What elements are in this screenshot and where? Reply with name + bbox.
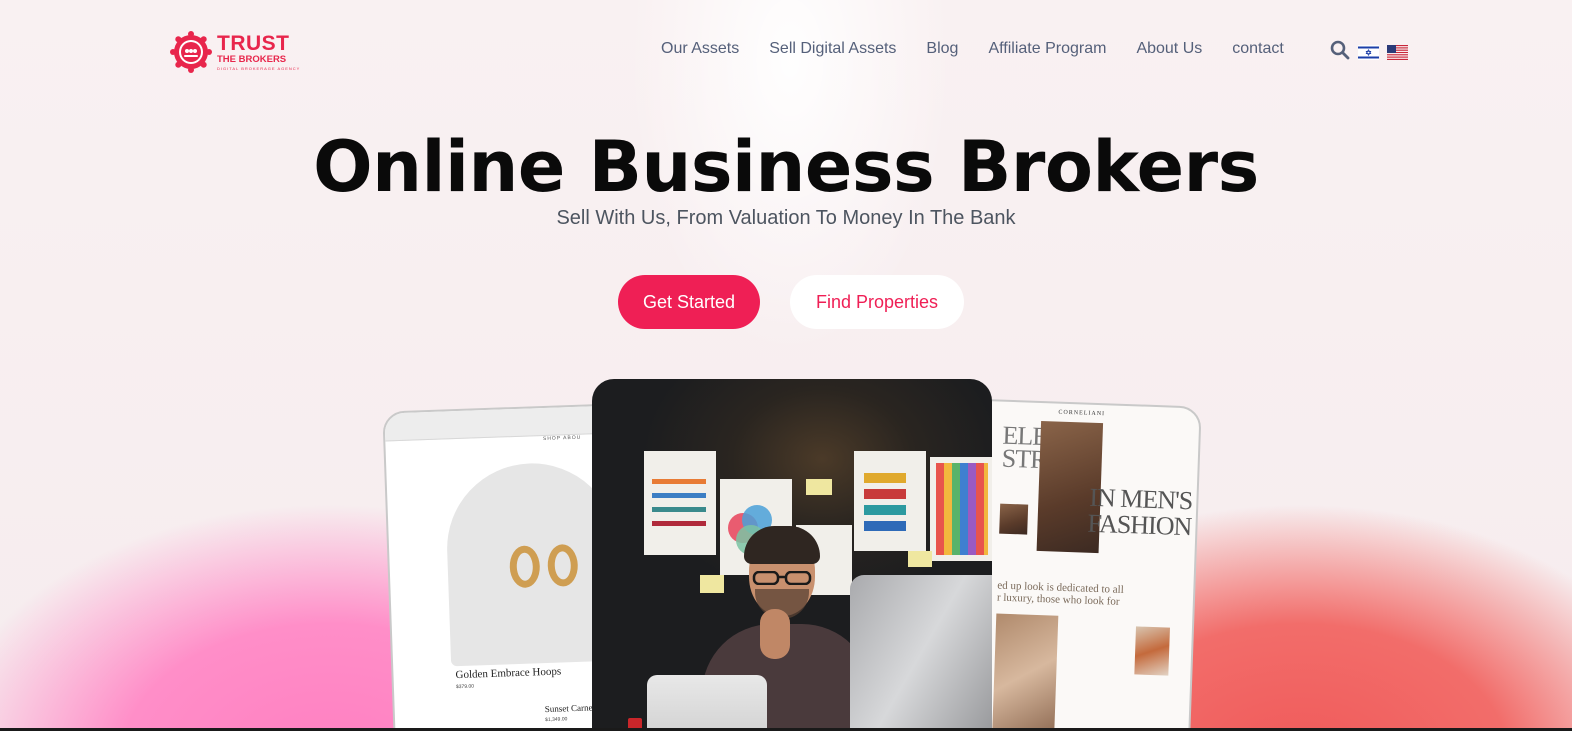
preview-menu: SHOP ABOU	[542, 434, 582, 442]
hero-subtitle: Sell With Us, From Valuation To Money In…	[556, 207, 1016, 229]
product-price: $1,349.00	[545, 716, 568, 724]
find-properties-button[interactable]: Find Properties	[790, 275, 964, 329]
person-hand	[760, 609, 790, 659]
fashion-body-text: ed up look is dedicated to all r luxury,…	[996, 579, 1124, 608]
laptop-image	[647, 675, 767, 731]
preview-browser-bar	[384, 405, 622, 442]
nav-blog[interactable]: Blog	[926, 40, 958, 58]
israel-flag-icon[interactable]	[1358, 44, 1379, 60]
product-price: $379.00	[455, 683, 475, 691]
fashion-thumb-photo	[999, 503, 1029, 535]
wall-color-chart	[930, 457, 992, 561]
fashion-couple-photo	[992, 613, 1059, 731]
fashion-brand: CORNELIANI	[1058, 409, 1106, 418]
product-name: Sunset Carnel	[544, 702, 596, 715]
search-icon[interactable]	[1330, 40, 1350, 64]
fashion-headline-2: IN MEN'S FASHION	[1087, 482, 1193, 542]
nav-about-us[interactable]: About Us	[1136, 40, 1202, 58]
earring-hoop-image	[547, 543, 579, 587]
nav-sell-digital-assets[interactable]: Sell Digital Assets	[769, 40, 896, 58]
product-name: Golden Embrace Hoops	[455, 665, 562, 682]
nav-our-assets[interactable]: Our Assets	[661, 40, 739, 58]
wall-paper-chart	[644, 451, 716, 555]
brand-logo[interactable]: TRUST THE BROKERS DIGITAL BROKERAGE AGEN…	[170, 30, 305, 74]
nav-affiliate-program[interactable]: Affiliate Program	[988, 40, 1106, 58]
person-glasses	[752, 571, 812, 585]
hero-title: Online Business Brokers	[313, 126, 1259, 208]
wall-paper-swatches	[854, 451, 926, 551]
nav-contact[interactable]: contact	[1232, 40, 1284, 58]
sticky-note	[806, 479, 832, 495]
brand-tagline: DIGITAL BROKERAGE AGENCY	[217, 65, 301, 71]
site-header: TRUST THE BROKERS DIGITAL BROKERAGE AGEN…	[0, 0, 1572, 100]
sticky-note	[700, 575, 724, 593]
brand-wordmark: TRUST THE BROKERS DIGITAL BROKERAGE AGEN…	[217, 33, 300, 71]
brand-name-line1: TRUST	[217, 32, 290, 56]
header-utilities	[1330, 40, 1408, 64]
fashion-suit-photo	[1134, 626, 1170, 676]
hero-photo-man-at-desk	[592, 379, 992, 731]
get-started-button[interactable]: Get Started	[618, 275, 760, 329]
earring-hoop-image	[509, 545, 541, 589]
brand-badge-icon	[170, 31, 212, 73]
brand-name-line2: THE BROKERS	[217, 54, 287, 66]
main-nav: Our Assets Sell Digital Assets Blog Affi…	[661, 40, 1284, 58]
us-flag-icon[interactable]	[1387, 44, 1408, 60]
person-hair	[744, 526, 820, 564]
monitor-image	[850, 575, 992, 731]
sticky-note	[908, 551, 932, 567]
